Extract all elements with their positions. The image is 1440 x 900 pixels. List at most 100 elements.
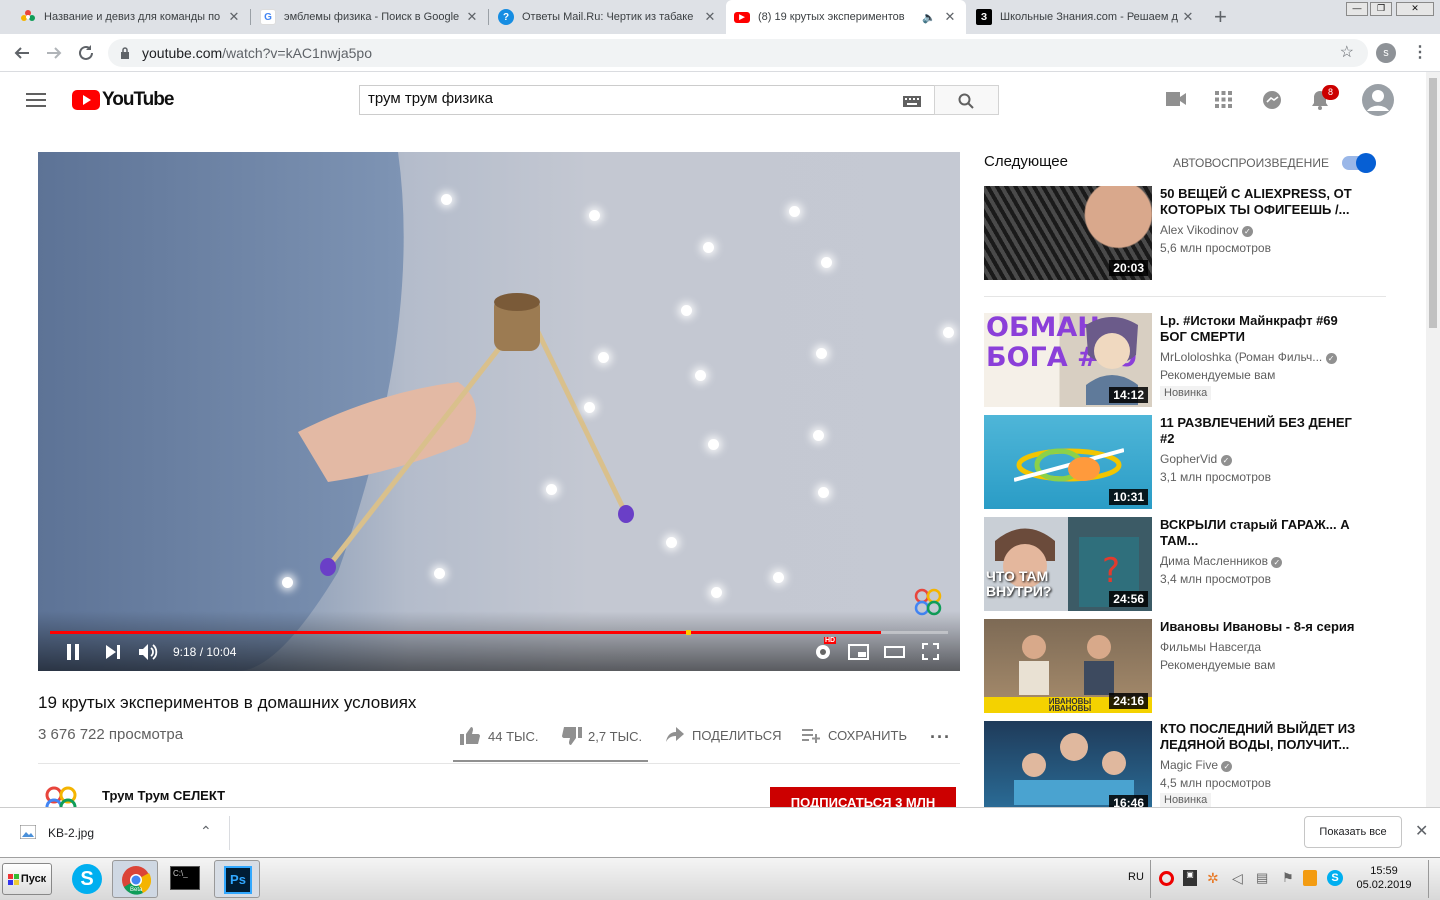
language-indicator[interactable]: RU xyxy=(1128,871,1144,883)
hamburger-menu-icon[interactable] xyxy=(26,92,46,108)
video-thumbnail[interactable]: ? ЧТО ТАМ ВНУТРИ? 24:56 xyxy=(984,517,1152,611)
command-prompt-icon[interactable]: C:\_ xyxy=(170,866,200,890)
photoshop-taskbar-button[interactable]: Ps xyxy=(214,860,260,898)
restore-window-icon[interactable]: ❐ xyxy=(1370,2,1392,16)
next-video-icon[interactable] xyxy=(106,645,120,659)
share-label: ПОДЕЛИТЬСЯ xyxy=(692,727,782,743)
close-tab-icon[interactable]: ✕ xyxy=(464,9,480,25)
minimize-window-icon[interactable]: — xyxy=(1346,2,1368,16)
tray-app-icon[interactable]: ▣ xyxy=(1183,870,1197,886)
volume-icon[interactable] xyxy=(139,643,159,661)
forward-arrow-icon[interactable] xyxy=(45,44,63,62)
miniplayer-icon[interactable] xyxy=(848,644,869,660)
video-thumbnail[interactable]: ИВАНОВЫ ИВАНОВЫ 24:16 xyxy=(984,619,1152,713)
autoplay-label: АВТОВОСПРОИЗВЕДЕНИЕ xyxy=(1173,156,1329,170)
close-tab-icon[interactable]: ✕ xyxy=(942,9,958,25)
close-tab-icon[interactable]: ✕ xyxy=(702,9,718,25)
dislike-button[interactable]: 2,7 ТЫС. xyxy=(562,727,642,745)
url-host: youtube.com xyxy=(142,45,223,61)
new-badge: Новинка xyxy=(1160,386,1212,400)
account-avatar-icon[interactable] xyxy=(1362,84,1394,116)
create-video-icon[interactable] xyxy=(1166,92,1186,106)
subscribe-button[interactable]: ПОДПИСАТЬСЯ 3 МЛН xyxy=(770,787,956,807)
youtube-logo[interactable]: YouTube xyxy=(72,89,174,111)
back-arrow-icon[interactable] xyxy=(13,44,31,62)
close-download-shelf-icon[interactable]: ✕ xyxy=(1415,821,1428,841)
browser-tab[interactable]: Название и девиз для команды по ✕ xyxy=(12,0,250,34)
tray-app-icon[interactable] xyxy=(1303,870,1317,886)
recommended-video[interactable]: ОБМАН БОГА #69 14:12 Lp. #Истоки Майнкра… xyxy=(984,313,1384,408)
duration-badge: 14:12 xyxy=(1109,387,1148,403)
video-thumbnail[interactable]: 16:46 xyxy=(984,721,1152,807)
video-player[interactable]: 9:18 / 10:04 HD xyxy=(38,152,960,671)
save-button[interactable]: СОХРАНИТЬ xyxy=(802,727,907,743)
close-tab-icon[interactable]: ✕ xyxy=(1180,9,1196,25)
video-thumbnail[interactable]: 10:31 xyxy=(984,415,1152,509)
recommended-video[interactable]: 20:03 50 ВЕЩЕЙ С ALIEXPRESS, ОТ КОТОРЫХ … xyxy=(984,186,1384,281)
close-tab-icon[interactable]: ✕ xyxy=(226,9,242,25)
speaker-icon[interactable]: 🔈 xyxy=(922,11,936,24)
show-desktop-button[interactable] xyxy=(1428,860,1438,898)
autoplay-toggle[interactable] xyxy=(1342,153,1376,173)
start-button[interactable]: Пуск xyxy=(2,863,52,895)
apps-grid-icon[interactable] xyxy=(1215,91,1232,108)
fullscreen-icon[interactable] xyxy=(922,643,939,660)
scrollbar-thumb[interactable] xyxy=(1429,78,1437,328)
reload-icon[interactable] xyxy=(77,44,95,62)
chrome-taskbar-button[interactable]: Beta xyxy=(112,860,158,898)
page-scrollbar[interactable] xyxy=(1426,72,1440,807)
tray-flame-icon[interactable]: ✲ xyxy=(1207,870,1219,887)
show-all-downloads-button[interactable]: Показать все xyxy=(1304,816,1402,848)
settings-gear-icon[interactable] xyxy=(814,643,832,661)
network-tray-icon[interactable]: ▤ xyxy=(1256,870,1268,886)
video-thumbnail[interactable]: ОБМАН БОГА #69 14:12 xyxy=(984,313,1152,407)
browser-tab[interactable]: ? Ответы Mail.Ru: Чертик из табаке ✕ xyxy=(490,0,726,34)
profile-avatar[interactable]: s xyxy=(1376,43,1396,63)
new-tab-icon[interactable]: + xyxy=(1214,4,1227,30)
keyboard-icon[interactable] xyxy=(903,96,921,107)
rec-meta: 3,4 млн просмотров xyxy=(1160,572,1271,586)
bookmark-star-icon[interactable]: ☆ xyxy=(1340,42,1354,62)
recommended-video[interactable]: 16:46 КТО ПОСЛЕДНИЙ ВЫЙДЕТ ИЗ ЛЕДЯНОЙ ВО… xyxy=(984,721,1384,807)
browser-menu-icon[interactable]: ⋮ xyxy=(1412,42,1428,62)
channel-avatar[interactable] xyxy=(44,786,80,808)
skype-icon[interactable]: S xyxy=(72,864,102,894)
address-bar[interactable]: youtube.com/watch?v=kAC1nwja5po ☆ xyxy=(108,39,1368,67)
speaker-tray-icon[interactable]: ◁ xyxy=(1232,870,1243,887)
browser-tab[interactable]: G эмблемы физика - Поиск в Google ✕ xyxy=(252,0,488,34)
notification-count-badge: 8 xyxy=(1322,85,1339,100)
video-thumbnail[interactable]: 20:03 xyxy=(984,186,1152,280)
search-input[interactable]: трум трум физика xyxy=(359,85,935,115)
rec-channel: Magic Five ✓ xyxy=(1160,758,1233,772)
channel-name[interactable]: Трум Трум СЕЛЕКТ xyxy=(102,788,225,803)
share-button[interactable]: ПОДЕЛИТЬСЯ xyxy=(666,727,781,743)
thumbs-up-icon xyxy=(460,727,480,745)
clock[interactable]: 15:59 05.02.2019 xyxy=(1352,865,1416,891)
rec-title: ВСКРЫЛИ старый ГАРАЖ... А ТАМ... xyxy=(1160,517,1350,548)
close-window-icon[interactable]: ✕ xyxy=(1396,2,1434,16)
verified-check-icon: ✓ xyxy=(1241,226,1253,237)
messages-icon[interactable] xyxy=(1262,90,1282,110)
theater-mode-icon[interactable] xyxy=(884,646,905,658)
recommended-video[interactable]: 10:31 11 РАЗВЛЕЧЕНИЙ БЕЗ ДЕНЕГ #2 Gopher… xyxy=(984,415,1384,510)
znanija-favicon-icon: З xyxy=(976,9,992,25)
browser-toolbar: youtube.com/watch?v=kAC1nwja5po ☆ s ⋮ xyxy=(0,34,1440,72)
skype-tray-icon[interactable]: S xyxy=(1327,870,1343,886)
browser-tab[interactable]: З Школьные Знания.com - Решаем д ✕ xyxy=(968,0,1204,34)
download-filename[interactable]: KB-2.jpg xyxy=(48,826,94,840)
pause-icon[interactable] xyxy=(66,644,80,660)
chevron-up-icon[interactable]: ⌃ xyxy=(200,823,212,840)
recommended-video[interactable]: ? ЧТО ТАМ ВНУТРИ? 24:56 ВСКРЫЛИ старый Г… xyxy=(984,517,1384,612)
image-file-icon xyxy=(20,825,36,839)
browser-tab-active[interactable]: ▶ (8) 19 крутых экспериментов 🔈 ✕ xyxy=(726,0,966,34)
recommended-video[interactable]: ИВАНОВЫ ИВАНОВЫ 24:16 Ивановы Ивановы - … xyxy=(984,619,1384,714)
like-button[interactable]: 44 ТЫС. xyxy=(460,727,539,745)
thumbnail-caption: ЧТО ТАМ ВНУТРИ? xyxy=(986,568,1052,599)
flag-tray-icon[interactable]: ⚑ xyxy=(1282,870,1294,886)
opera-tray-icon[interactable] xyxy=(1159,871,1174,886)
verified-check-icon: ✓ xyxy=(1220,455,1232,466)
duration-badge: 20:03 xyxy=(1109,260,1148,276)
search-button[interactable] xyxy=(934,85,999,115)
more-actions-icon[interactable]: ··· xyxy=(930,727,951,748)
progress-bar[interactable] xyxy=(50,630,948,635)
